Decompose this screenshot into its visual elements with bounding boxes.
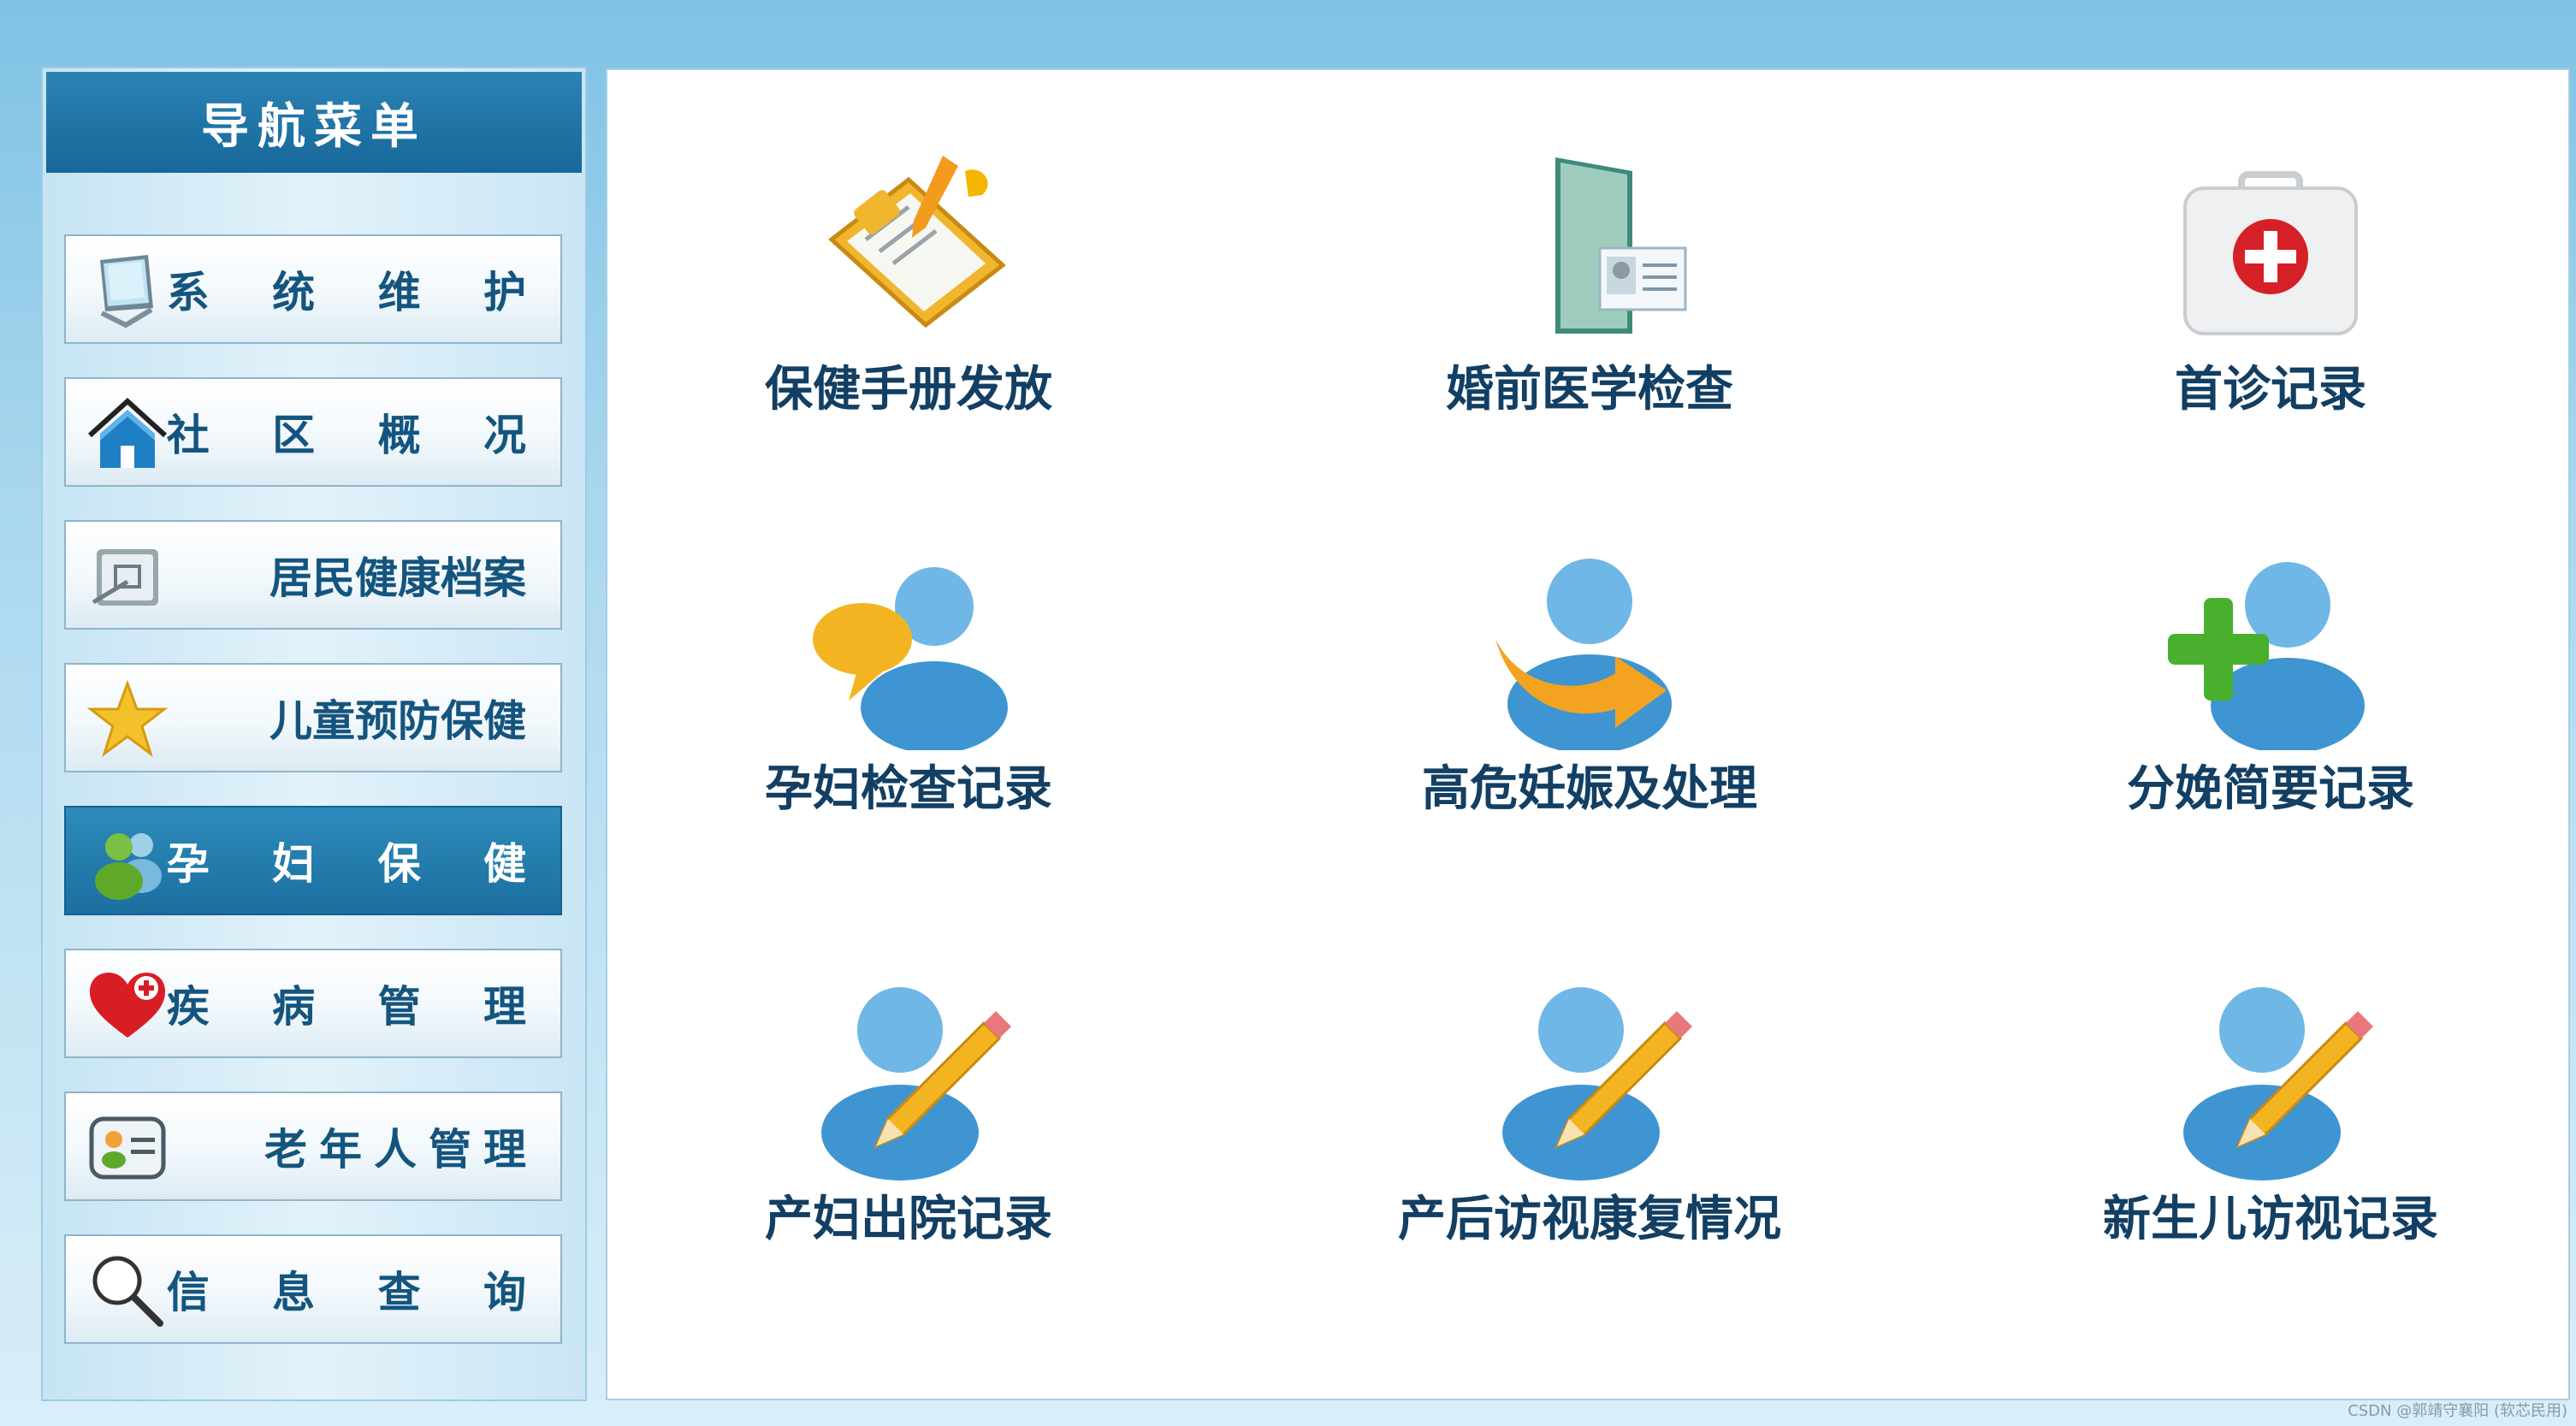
nav-item-disease-management[interactable]: 疾 病 管 理 bbox=[64, 949, 562, 1058]
nav-item-child-prevention[interactable]: 儿童预防保健 bbox=[64, 663, 562, 772]
users-icon bbox=[95, 833, 162, 900]
first-aid-kit-icon bbox=[2183, 171, 2358, 335]
navigation-sidebar: 导航菜单 系 统 维 护 社 区 概 况 居民健康档案 儿童预防保健 孕 妇 保… bbox=[41, 67, 587, 1401]
tile-label: 婚前医学检查 bbox=[1446, 362, 1733, 417]
user-arrow-icon bbox=[1495, 559, 1672, 750]
star-icon bbox=[86, 679, 169, 757]
watermark-text: CSDN @郭靖守襄阳 (软芯民用) bbox=[2348, 1402, 2567, 1420]
tile-first-visit-record[interactable]: 首诊记录 bbox=[2005, 145, 2536, 453]
contact-card-icon bbox=[89, 1116, 166, 1180]
tile-premarital-medical-exam[interactable]: 婚前医学检查 bbox=[1324, 145, 1855, 453]
tile-label: 产后访视康复情况 bbox=[1398, 1192, 1781, 1247]
nav-label: 居民健康档案 bbox=[269, 553, 526, 603]
nav-item-system-maintenance[interactable]: 系 统 维 护 bbox=[64, 234, 562, 344]
user-edit-icon bbox=[821, 987, 1011, 1180]
nav-item-resident-health-records[interactable]: 居民健康档案 bbox=[64, 520, 562, 630]
nav-label: 孕 妇 保 健 bbox=[166, 839, 550, 889]
archive-folder-icon bbox=[92, 549, 158, 606]
user-edit-icon bbox=[2183, 987, 2373, 1180]
heart-cross-icon bbox=[90, 973, 165, 1038]
user-chat-icon bbox=[813, 567, 1008, 750]
nav-label: 老年人管理 bbox=[264, 1125, 538, 1175]
monitor-icon bbox=[100, 255, 153, 328]
nav-label: 儿童预防保健 bbox=[269, 696, 526, 746]
folder-id-card-icon bbox=[1555, 157, 1687, 334]
tile-pregnancy-exam-record[interactable]: 孕妇检查记录 bbox=[643, 545, 1174, 853]
tile-delivery-summary-record[interactable]: 分娩简要记录 bbox=[2005, 545, 2536, 853]
nav-label: 社 区 概 况 bbox=[166, 411, 550, 460]
sidebar-title: 导航菜单 bbox=[201, 98, 427, 155]
nav-item-community-overview[interactable]: 社 区 概 况 bbox=[64, 377, 562, 487]
tile-label: 分娩简要记录 bbox=[2127, 761, 2414, 817]
tile-high-risk-pregnancy[interactable]: 高危妊娠及处理 bbox=[1324, 545, 1855, 853]
tile-label: 首诊记录 bbox=[2175, 362, 2366, 417]
tile-label: 产妇出院记录 bbox=[765, 1192, 1052, 1247]
nav-label: 疾 病 管 理 bbox=[166, 982, 550, 1032]
tile-label: 新生儿访视记录 bbox=[2103, 1192, 2438, 1247]
tile-label: 高危妊娠及处理 bbox=[1422, 761, 1757, 817]
tile-health-handbook-issuance[interactable]: 保健手册发放 bbox=[643, 145, 1174, 453]
main-panel: 保健手册发放 婚前医学检查 首诊记录 孕妇检查记录 高危妊娠及处理 分娩简要记录… bbox=[606, 68, 2570, 1400]
user-edit-icon bbox=[1502, 987, 1692, 1180]
nav-item-info-query[interactable]: 信 息 查 询 bbox=[64, 1234, 562, 1344]
tile-maternal-discharge-record[interactable]: 产妇出院记录 bbox=[643, 975, 1174, 1283]
user-add-icon bbox=[2168, 562, 2365, 750]
search-icon bbox=[92, 1256, 163, 1327]
nav-label: 信 息 查 询 bbox=[166, 1268, 550, 1317]
clipboard-edit-icon bbox=[828, 156, 1006, 328]
nav-item-pregnancy-care[interactable]: 孕 妇 保 健 bbox=[64, 806, 562, 915]
tile-newborn-visit-record[interactable]: 新生儿访视记录 bbox=[2005, 975, 2536, 1283]
tile-label: 保健手册发放 bbox=[765, 362, 1052, 417]
nav-item-elderly-management[interactable]: 老年人管理 bbox=[64, 1092, 562, 1201]
home-icon bbox=[87, 397, 168, 468]
sidebar-header: 导航菜单 bbox=[46, 72, 582, 173]
nav-label: 系 统 维 护 bbox=[166, 268, 550, 317]
tile-postpartum-visit-recovery[interactable]: 产后访视康复情况 bbox=[1324, 975, 1855, 1283]
tile-label: 孕妇检查记录 bbox=[765, 761, 1052, 817]
